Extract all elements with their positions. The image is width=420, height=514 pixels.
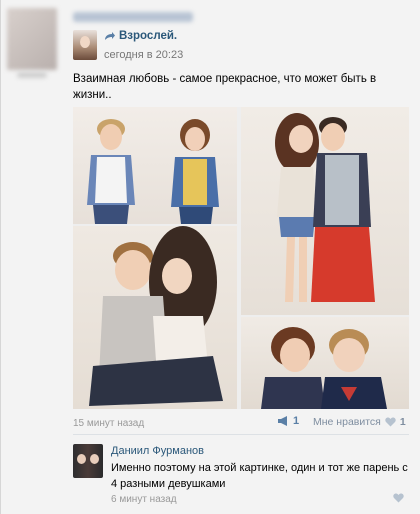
photo-1[interactable] <box>73 107 237 224</box>
megaphone-icon <box>278 416 287 426</box>
heart-icon <box>385 417 396 427</box>
comment-text: Именно поэтому на этой картинке, один и … <box>111 462 408 490</box>
photo-3[interactable] <box>241 107 409 315</box>
post-timestamp[interactable]: сегодня в 20:23 <box>104 49 183 61</box>
author-name-blurred[interactable] <box>73 12 193 22</box>
repost-icon <box>105 32 115 40</box>
comment-time-ago[interactable]: 6 минут назад <box>111 494 177 505</box>
post-text: Взаимная любовь - самое прекрасное, что … <box>73 73 377 101</box>
like-count: 1 <box>399 416 406 428</box>
post-time-ago[interactable]: 15 минут назад <box>73 418 144 429</box>
author-subtitle-blurred <box>17 72 47 78</box>
photo-2-illustration <box>89 226 223 406</box>
wall-post: Взрослей. сегодня в 20:23 Взаимная любов… <box>0 0 420 514</box>
heart-icon <box>393 493 404 503</box>
photo-4-illustration <box>261 327 387 409</box>
like-button[interactable]: Мне нравится 1 <box>313 416 406 428</box>
author-avatar-blurred[interactable] <box>7 8 57 70</box>
photo-1-illustration <box>87 119 219 224</box>
avatar-face-left <box>77 454 86 464</box>
group-avatar-face <box>80 36 90 48</box>
comment-author-name[interactable]: Даниил Фурманов <box>111 445 204 457</box>
photo-3-illustration <box>275 113 375 302</box>
comment-like-button[interactable] <box>393 493 404 506</box>
avatar-face-right <box>90 454 99 464</box>
repost-source[interactable]: Взрослей. <box>104 30 177 42</box>
like-label: Мне нравится <box>313 416 381 428</box>
share-button[interactable]: 1 <box>277 415 299 427</box>
comment-author-avatar[interactable] <box>73 444 103 478</box>
group-name[interactable]: Взрослей. <box>119 30 177 42</box>
comments-divider <box>73 434 409 435</box>
photo-4[interactable] <box>241 317 409 409</box>
photo-collage <box>73 107 409 409</box>
photo-2[interactable] <box>73 226 237 409</box>
group-avatar[interactable] <box>73 30 97 60</box>
share-count: 1 <box>293 415 300 427</box>
